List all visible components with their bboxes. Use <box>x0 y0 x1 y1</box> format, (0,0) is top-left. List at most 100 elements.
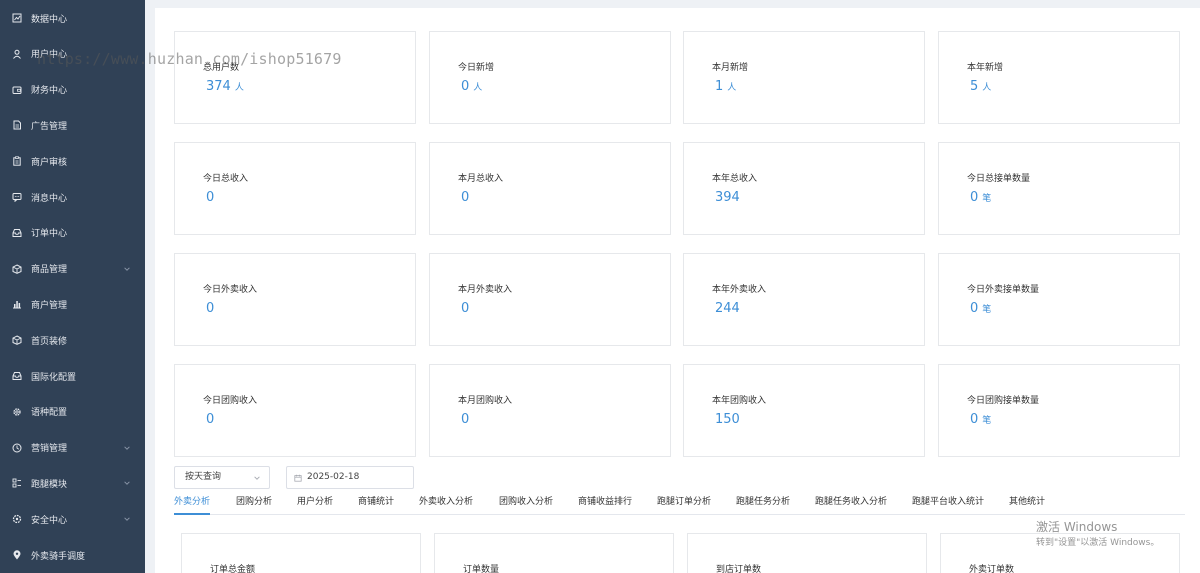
stat-card: 本年总收入 394 <box>683 142 925 235</box>
sidebar-item[interactable]: 商品管理 <box>0 251 145 287</box>
stat-value-line: 394 <box>715 190 740 205</box>
grid-icon <box>12 478 22 488</box>
stat-value-line: 0 <box>206 412 214 427</box>
sidebar-item[interactable]: 外卖骑手调度 <box>0 537 145 573</box>
summary-card: 订单总金额 <box>181 533 421 573</box>
summary-card: 订单数量 <box>434 533 674 573</box>
document-icon <box>12 120 22 130</box>
sidebar-item[interactable]: 消息中心 <box>0 179 145 215</box>
sidebar-item[interactable]: 营销管理 <box>0 430 145 466</box>
stat-label: 今日外卖收入 <box>203 285 258 295</box>
gear-icon <box>12 407 22 417</box>
stat-label: 本年团购收入 <box>712 396 767 406</box>
inbox-icon <box>12 228 22 238</box>
chart-icon <box>12 13 22 23</box>
chevron-down-icon <box>253 474 261 482</box>
tab[interactable]: 用户分析 <box>297 491 333 515</box>
message-icon <box>12 192 22 202</box>
stat-value: 244 <box>715 301 740 316</box>
stat-value-line: 1人 <box>715 79 736 94</box>
tab[interactable]: 团购收入分析 <box>499 491 553 515</box>
sidebar-item[interactable]: 安全中心 <box>0 501 145 537</box>
summary-label: 到店订单数 <box>716 565 762 573</box>
stat-label: 今日总接单数量 <box>967 174 1031 184</box>
stat-value-line: 0笔 <box>970 412 991 427</box>
sidebar-item-label: 订单中心 <box>31 229 68 240</box>
stat-value-line: 0 <box>206 190 214 205</box>
stat-value: 5 <box>970 79 979 94</box>
sidebar-item-label: 安全中心 <box>31 515 68 526</box>
sidebar-item[interactable]: 跑腿模块 <box>0 465 145 501</box>
stat-unit: 人 <box>234 83 244 93</box>
location-icon <box>12 550 22 560</box>
user-icon <box>12 49 22 59</box>
stat-label: 本年新增 <box>967 63 1004 73</box>
tab[interactable]: 团购分析 <box>236 491 272 515</box>
sidebar-item[interactable]: 商户管理 <box>0 286 145 322</box>
stat-unit: 人 <box>727 83 737 93</box>
stat-value: 0 <box>461 190 470 205</box>
stat-label: 本月总收入 <box>458 174 504 184</box>
sidebar-item[interactable]: 国际化配置 <box>0 358 145 394</box>
tab[interactable]: 外卖收入分析 <box>419 491 473 515</box>
sidebar-item[interactable]: 首页装修 <box>0 322 145 358</box>
stat-card: 本年外卖收入 244 <box>683 253 925 346</box>
tab[interactable]: 外卖分析 <box>174 491 211 515</box>
sidebar-item-label: 商品管理 <box>31 265 68 276</box>
chevron-down-icon <box>123 265 131 273</box>
date-value: 2025-02-18 <box>307 472 360 482</box>
sidebar-item-label: 商户审核 <box>31 157 68 168</box>
watermark-text: https://www.huzhan.com/ishop51679 <box>37 50 342 68</box>
stat-card: 本月团购收入 0 <box>429 364 671 457</box>
tab[interactable]: 商铺统计 <box>358 491 394 515</box>
sidebar-item-label: 国际化配置 <box>31 372 77 383</box>
summary-card: 到店订单数 <box>687 533 927 573</box>
bar-chart-icon <box>12 299 22 309</box>
stat-unit: 笔 <box>982 194 992 204</box>
tab[interactable]: 跑腿平台收入统计 <box>912 491 984 515</box>
stat-label: 本年总收入 <box>712 174 758 184</box>
sidebar-item[interactable]: 语种配置 <box>0 394 145 430</box>
stat-label: 本年外卖收入 <box>712 285 767 295</box>
tab[interactable]: 跑腿订单分析 <box>657 491 711 515</box>
summary-label: 订单数量 <box>463 565 500 573</box>
stat-label: 今日团购收入 <box>203 396 258 406</box>
stat-value-line: 0 <box>206 301 214 316</box>
stat-card: 本月外卖收入 0 <box>429 253 671 346</box>
sidebar-item[interactable]: 广告管理 <box>0 107 145 143</box>
sidebar-item-label: 数据中心 <box>31 14 68 25</box>
date-picker[interactable]: 2025-02-18 <box>286 466 414 489</box>
sidebar-item[interactable]: 订单中心 <box>0 215 145 251</box>
tab[interactable]: 跑腿任务收入分析 <box>815 491 887 515</box>
stat-card: 今日外卖接单数量 0 笔 <box>938 253 1180 346</box>
calendar-icon <box>294 474 302 482</box>
query-mode-value: 按天查询 <box>185 472 222 482</box>
sidebar-item[interactable]: 财务中心 <box>0 72 145 108</box>
sidebar-item[interactable]: 商户审核 <box>0 143 145 179</box>
stat-card: 今日团购收入 0 <box>174 364 416 457</box>
sidebar-item-label: 消息中心 <box>31 193 68 204</box>
sidebar-item-label: 跑腿模块 <box>31 479 68 490</box>
tab[interactable]: 商铺收益排行 <box>578 491 632 515</box>
stat-card: 本年团购收入 150 <box>683 364 925 457</box>
shield-gear-icon <box>12 514 22 524</box>
stat-card: 今日团购接单数量 0 笔 <box>938 364 1180 457</box>
tab[interactable]: 跑腿任务分析 <box>736 491 790 515</box>
stat-value-line: 374 人 <box>206 79 244 94</box>
query-mode-select[interactable]: 按天查询 <box>174 466 270 489</box>
stat-value-line: 0人 <box>461 79 482 94</box>
clock-icon <box>12 443 22 453</box>
sidebar-item-label: 首页装修 <box>31 336 68 347</box>
stat-value-line: 5人 <box>970 79 991 94</box>
sidebar-item-label: 外卖骑手调度 <box>31 551 86 562</box>
stat-label: 今日新增 <box>458 63 495 73</box>
sidebar-item-label: 财务中心 <box>31 86 68 97</box>
sidebar: 数据中心 用户中心 财务中心 广告管理 商户审核 消息中心 订单中心 商品管理 商户管理 首页装修… <box>0 0 145 573</box>
tab[interactable]: 其他统计 <box>1009 491 1045 515</box>
sidebar-item[interactable]: 数据中心 <box>0 0 145 36</box>
stat-value: 374 <box>206 79 231 94</box>
cube-icon <box>12 335 22 346</box>
stat-card: 今日总收入 0 <box>174 142 416 235</box>
stat-unit: 笔 <box>982 416 992 426</box>
stat-label: 本月外卖收入 <box>458 285 513 295</box>
